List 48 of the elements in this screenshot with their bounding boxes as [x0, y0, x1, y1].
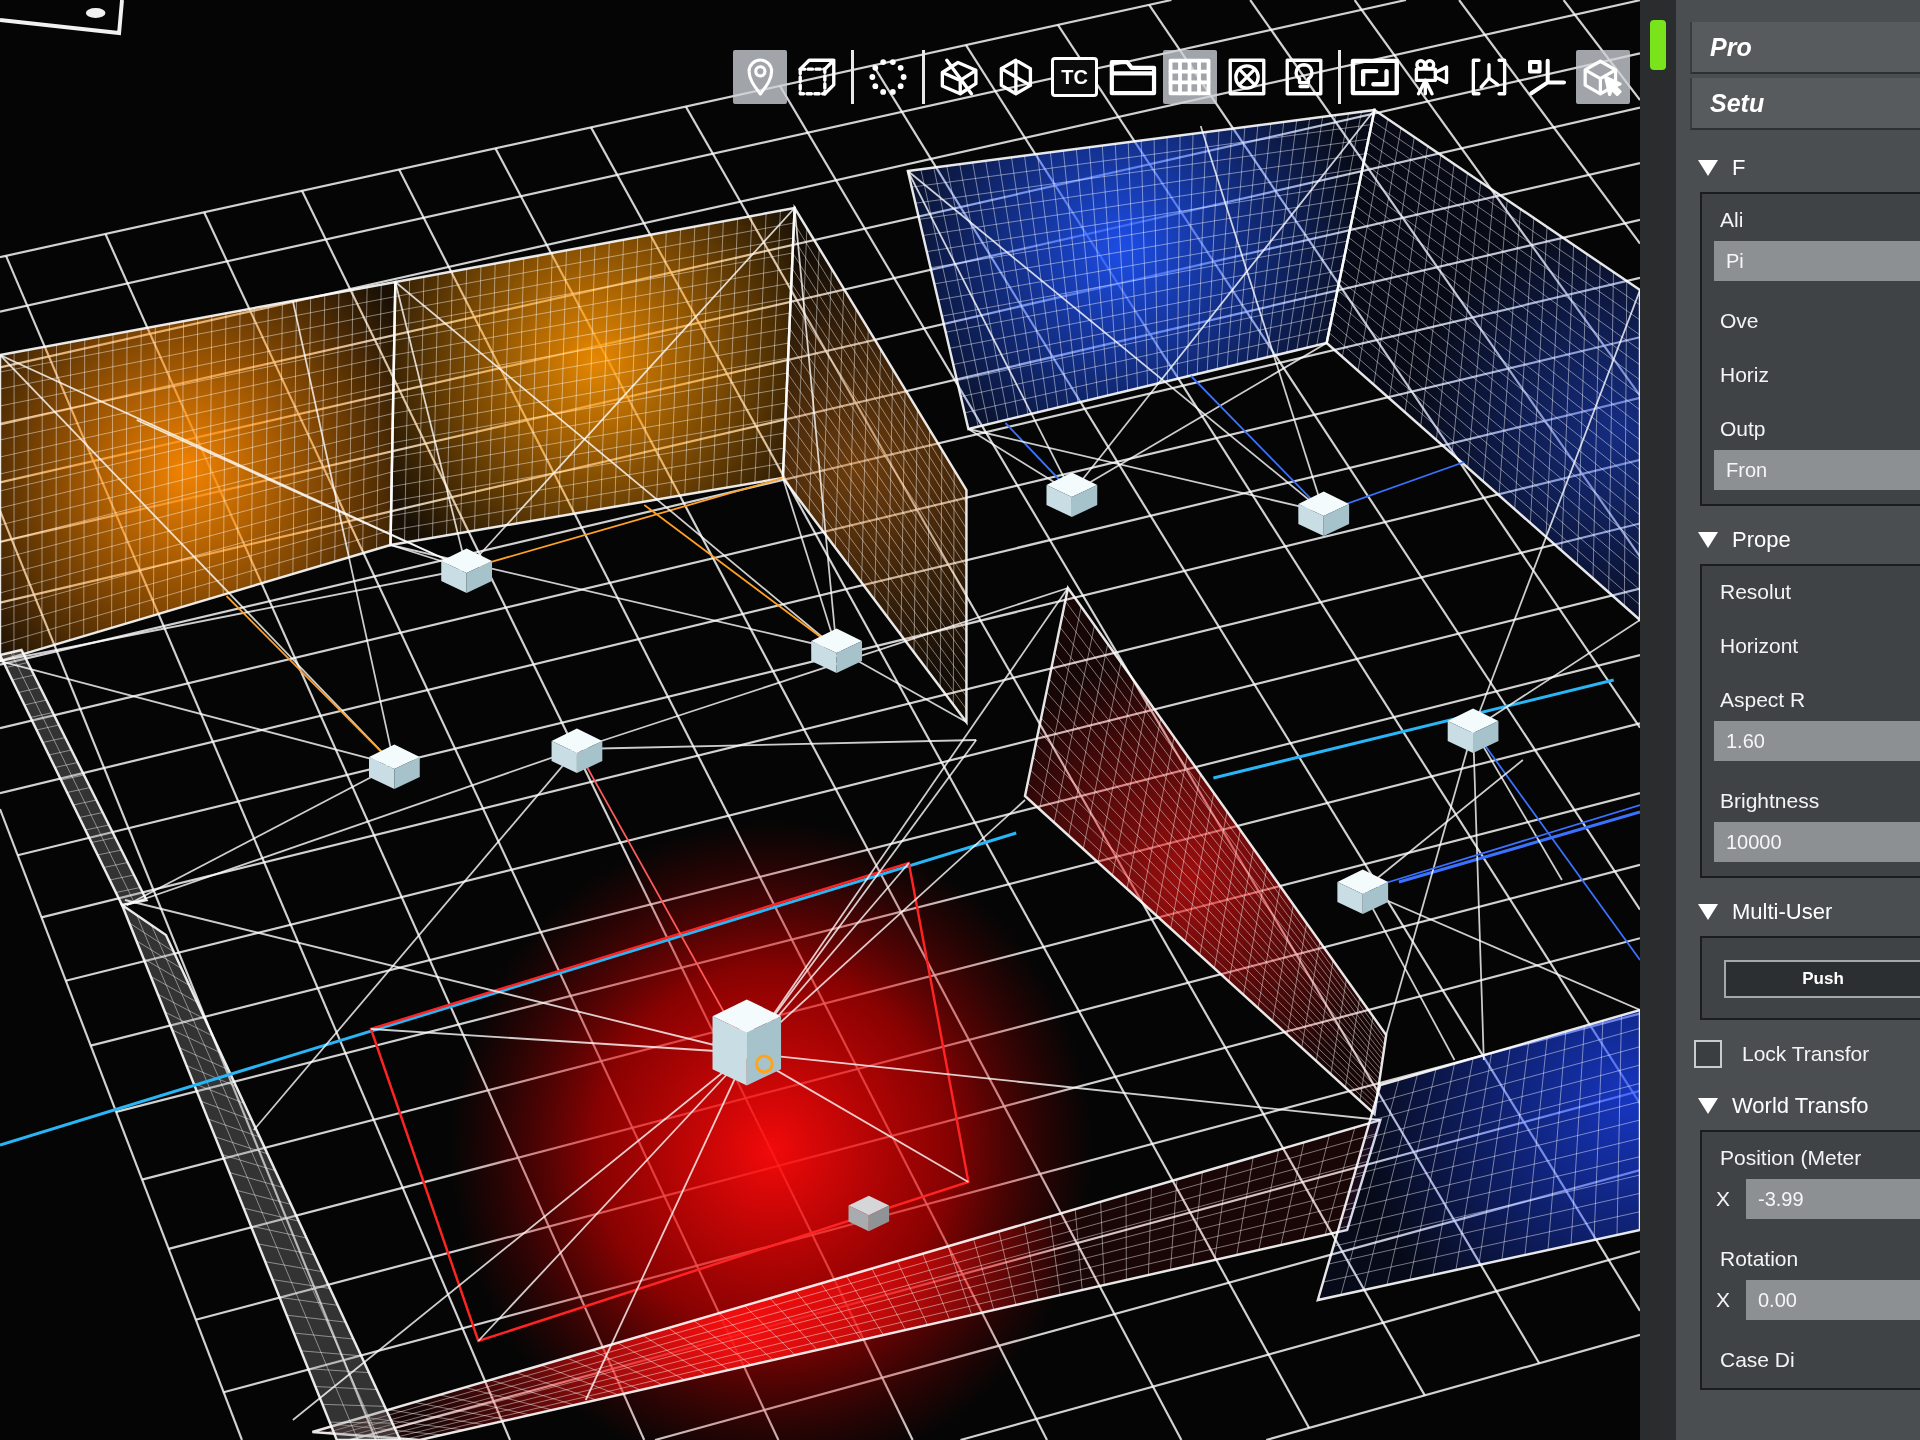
section-header[interactable]: Multi-User: [1690, 894, 1920, 930]
dot-ring-icon: [869, 58, 908, 96]
projector-cube[interactable]: [1447, 708, 1499, 753]
section-header[interactable]: F: [1690, 150, 1920, 186]
field-label: Ali: [1720, 207, 1744, 233]
projector-cube[interactable]: [712, 999, 782, 1086]
section-header[interactable]: World Transfo: [1690, 1088, 1920, 1124]
folder-icon: [1109, 58, 1157, 96]
header-button[interactable]: Pro: [1690, 22, 1920, 74]
slashed-box-icon: [939, 58, 980, 96]
axis-icon: [1525, 58, 1567, 96]
axis-label: X: [1716, 1187, 1731, 1211]
field-label: Rotation: [1720, 1246, 1799, 1272]
field-label: Case Di: [1720, 1347, 1795, 1373]
field-label: Aspect R: [1720, 687, 1806, 713]
field-label: Outp: [1720, 416, 1766, 442]
projector-cube[interactable]: [551, 728, 603, 773]
section-header[interactable]: Prope: [1690, 522, 1920, 558]
checkbox[interactable]: [1694, 1040, 1722, 1068]
header-button[interactable]: Setu: [1690, 78, 1920, 130]
status-light-icon: [1650, 20, 1666, 70]
field-label: Horizont: [1720, 633, 1799, 659]
projector-cube[interactable]: [369, 744, 420, 789]
ring-icon: [755, 1054, 774, 1074]
checkbox-label: Lock Transfor: [1742, 1042, 1870, 1066]
movie-camera-icon: [1413, 58, 1451, 96]
field-label: Horiz: [1720, 362, 1769, 388]
3d-viewport[interactable]: [0, 0, 1640, 1440]
screen-icon: [1350, 58, 1400, 96]
dashed-cube-icon: [798, 58, 837, 96]
lightbulb-icon: [1285, 58, 1323, 96]
field-label: Brightness: [1720, 788, 1820, 814]
hexagon-icon: [998, 58, 1035, 96]
cube-cursor-icon: [1583, 58, 1623, 96]
push-button[interactable]: Push: [1724, 960, 1920, 998]
grid-icon: [1168, 58, 1212, 96]
projector-cube[interactable]: [811, 628, 862, 673]
bracket-axis-icon: [1470, 58, 1508, 96]
field-label: Resolut: [1720, 579, 1792, 605]
field-label: Position (Meter: [1720, 1145, 1862, 1171]
projector-cube[interactable]: [441, 548, 492, 593]
toolbar-button[interactable]: TC: [1051, 57, 1098, 97]
projector-cube[interactable]: [1337, 869, 1389, 914]
axis-label: X: [1716, 1288, 1731, 1312]
pin-icon: [747, 58, 774, 96]
projector-cube[interactable]: [1298, 491, 1350, 536]
field-label: Ove: [1720, 308, 1759, 334]
projector-cube[interactable]: [1046, 472, 1098, 517]
